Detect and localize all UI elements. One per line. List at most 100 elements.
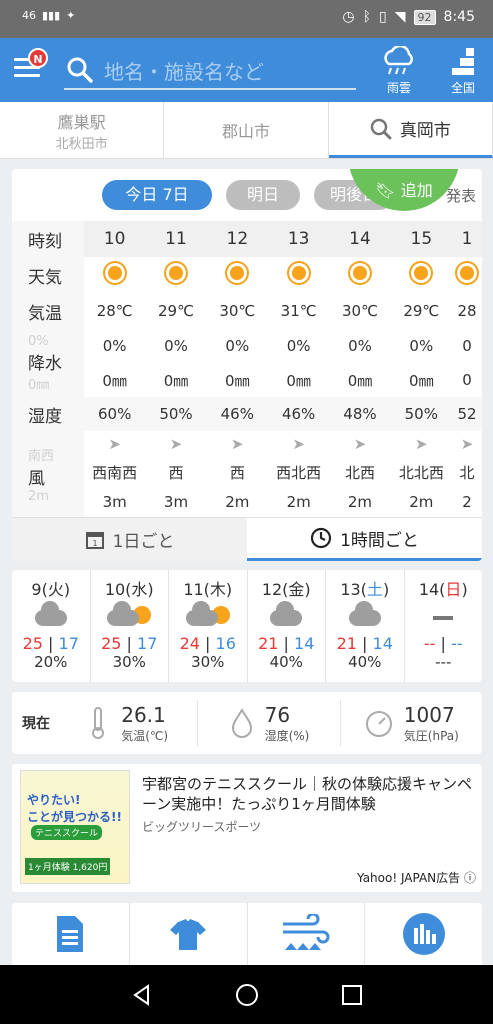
- precip-prob-row: 0% 降水 0㎜ 0% 0% 0% 0% 0% 0% 0: [12, 329, 482, 397]
- current-pressure: 1007 気圧(hPa): [341, 700, 482, 746]
- wind-speed-cell: 2m: [286, 493, 311, 511]
- wind-arrow-icon: ➤: [108, 435, 121, 453]
- ad-title[interactable]: 宇都宮のテニススクール｜秋の体験応援キャンペーン実施中！たっぷり1ヶ月間体験: [142, 774, 472, 814]
- wind-arrow-icon: ➤: [169, 435, 183, 453]
- time-row: 時刻 10 11 12 13 14 15 1: [12, 221, 482, 257]
- wind-arrow-icon: ➤: [231, 435, 244, 453]
- notification-badge: N: [28, 48, 48, 68]
- cloud-sun-icon: [184, 601, 232, 634]
- current-pressure-value: 1007: [403, 702, 455, 727]
- location-tab-takanosu[interactable]: 鷹巣駅 北秋田市: [0, 102, 165, 158]
- weekly-forecast: 9(火) 25 | 17 20% 10(水) 25 | 17 30% 11(木)…: [12, 570, 482, 682]
- weather-cell: [84, 257, 145, 293]
- day-date: 9(火): [31, 580, 71, 599]
- advertisement[interactable]: やりたい! ことが見つかる!! テニススクール 1ヶ月体験 1,620円 宇都宮の…: [12, 764, 482, 892]
- location-tab-moka[interactable]: 真岡市: [328, 102, 493, 158]
- day-column[interactable]: 14(日) -- | -- ---: [405, 570, 483, 682]
- location-tab-koriyama[interactable]: 郡山市: [164, 102, 329, 158]
- wind-dir-cell: 北: [459, 463, 475, 482]
- weather-cell: [268, 257, 329, 293]
- day-column[interactable]: 13(土) 21 | 14 40%: [326, 570, 405, 682]
- clothing-index-button[interactable]: [130, 903, 248, 965]
- thermometer-icon: [92, 707, 105, 739]
- humidity-cell: 60%: [84, 397, 146, 431]
- wind-wave-button[interactable]: [248, 903, 366, 965]
- tab-hourly-label: 1時間ごと: [340, 530, 419, 551]
- wind-dir-cell: 西: [229, 463, 245, 482]
- day-column[interactable]: 9(火) 25 | 17 20%: [12, 570, 91, 682]
- search-input[interactable]: 地名・施設名など: [64, 52, 356, 90]
- ad-label[interactable]: Yahoo! JAPAN広告 ⓘ: [357, 869, 476, 886]
- hour-cell: 14: [329, 221, 391, 257]
- location-name: 真岡市: [399, 121, 451, 141]
- ad-image-badge: テニススクール: [31, 825, 103, 840]
- wind-dir-cell: 西: [168, 463, 184, 482]
- temp-cell: 30℃: [342, 302, 378, 320]
- nationwide-button[interactable]: 全国: [438, 46, 488, 96]
- cloud-icon: [27, 601, 75, 634]
- precip-amount-cell: 0㎜: [409, 371, 434, 390]
- bar-chart-icon: [402, 913, 445, 955]
- day-column[interactable]: 12(金) 21 | 14 40%: [248, 570, 326, 682]
- wind-speed-cell: 2m: [347, 493, 373, 511]
- location-sub: 北秋田市: [55, 136, 108, 152]
- wind-arrow-row: 南西 風 2m ➤ ➤ ➤ ➤ ➤ ➤ ➤: [12, 431, 482, 517]
- day-pop: 40%: [348, 653, 382, 671]
- row-label: 湿度: [12, 397, 84, 431]
- detail-button[interactable]: [12, 903, 130, 965]
- tab-hourly[interactable]: 1時間ごと: [247, 518, 482, 561]
- feature-bar: [12, 903, 482, 965]
- ghost-precip-amount: 0㎜: [28, 377, 50, 393]
- system-nav-bar: [0, 965, 493, 1024]
- ghost-precip-prob: 0%: [28, 333, 49, 349]
- wind-dir-cell: 西南西: [92, 463, 138, 482]
- status-bar: 46 ▮▮▮ ✦ ◷ ᛒ ▯ ◥ 92 8:45: [0, 0, 493, 38]
- humidity-cell: 48%: [329, 397, 391, 431]
- current-temp: 26.1 気温(℃): [56, 700, 199, 746]
- ad-image-text: ことが見つかる!!: [27, 810, 122, 824]
- row-label: 時刻: [12, 221, 84, 257]
- mode-tabs: 1 1日ごと 1時間ごと: [12, 517, 482, 561]
- network-label: 46: [22, 9, 36, 22]
- japan-map-icon: [452, 48, 474, 75]
- tab-daily-label: 1日ごと: [112, 532, 175, 552]
- nationwide-label: 全国: [450, 81, 475, 95]
- precip-prob-cell: 0%: [348, 337, 372, 355]
- day-column[interactable]: 10(水) 25 | 17 30%: [91, 570, 169, 682]
- rain-cloud-label: 雨雲: [386, 81, 411, 95]
- ad-image[interactable]: やりたい! ことが見つかる!! テニススクール 1ヶ月体験 1,620円: [20, 770, 130, 884]
- back-icon[interactable]: [130, 983, 154, 1007]
- day-high: 21: [336, 634, 357, 653]
- tab-daily[interactable]: 1 1日ごと: [12, 518, 247, 561]
- humidity-cell: 50%: [145, 397, 207, 431]
- location-name: 郡山市: [221, 122, 270, 141]
- day-column[interactable]: 11(木) 24 | 16 30%: [169, 570, 248, 682]
- day-low: --: [451, 634, 463, 653]
- signal-icon: ▮▮▮: [42, 9, 61, 22]
- recents-icon[interactable]: [341, 984, 363, 1006]
- row-label: 天気: [12, 257, 84, 293]
- sunny-icon: [408, 260, 434, 286]
- sunny-icon: [347, 260, 373, 286]
- ad-sponsor: ビッグツリースポーツ: [142, 820, 262, 834]
- precip-prob-cell: 0%: [409, 337, 434, 355]
- wind-dir-cell: 西北西: [276, 463, 322, 482]
- humidity-cell: 46%: [267, 397, 330, 431]
- day-low: 17: [137, 634, 158, 653]
- alarm-icon: ◷: [342, 9, 355, 25]
- rain-cloud-button[interactable]: 雨雲: [374, 44, 424, 96]
- home-icon[interactable]: [234, 982, 260, 1008]
- humidity-cell: 46%: [206, 397, 268, 431]
- weather-cell: [329, 257, 390, 293]
- hour-cell: 12: [206, 221, 268, 257]
- weather-cell: [452, 257, 482, 293]
- ranking-button[interactable]: [365, 903, 482, 965]
- tab-today[interactable]: 今日 7日: [102, 180, 212, 210]
- svg-text:1: 1: [92, 539, 97, 548]
- wind-arrow-icon: ➤: [460, 435, 474, 453]
- announce-label: 発表: [445, 187, 476, 205]
- sunny-icon: [286, 260, 312, 286]
- tab-tomorrow[interactable]: 明日: [226, 180, 300, 210]
- temp-cell: 29℃: [403, 302, 440, 320]
- search-placeholder: 地名・施設名など: [104, 59, 264, 84]
